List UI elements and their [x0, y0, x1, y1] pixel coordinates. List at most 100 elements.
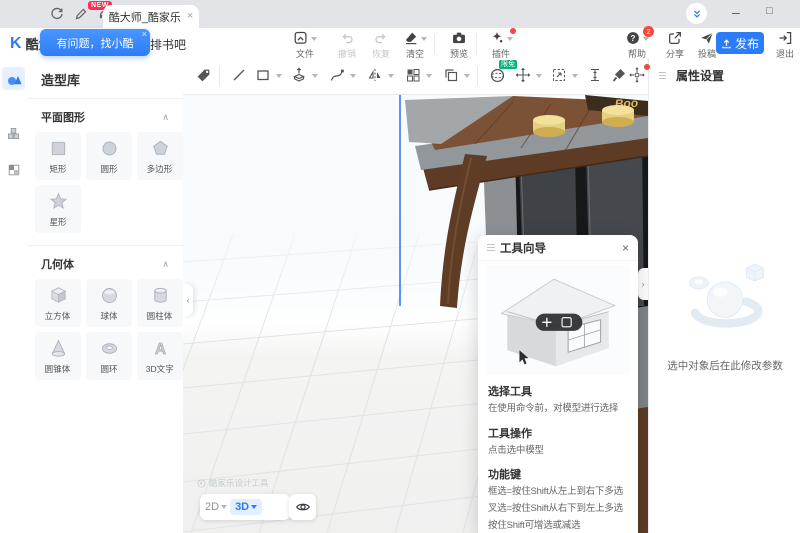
measure-tool[interactable] — [587, 67, 605, 85]
plugin-button[interactable]: 插件 — [482, 28, 520, 60]
properties-empty-state: 选中对象后在此修改参数 — [649, 253, 800, 373]
shape-item-torus[interactable]: 圆环 — [86, 332, 132, 380]
app-tab[interactable]: 酷大师_酷家乐 × — [103, 5, 199, 28]
tab-title: 酷大师_酷家乐 — [108, 11, 181, 24]
edit-icon[interactable] — [74, 7, 88, 21]
file-button[interactable]: 文件 — [286, 30, 324, 60]
dropdown-caret[interactable] — [426, 74, 432, 78]
format-painter-tool[interactable] — [611, 67, 629, 85]
preview-button[interactable]: 预览 — [440, 30, 478, 60]
move-tool[interactable] — [515, 67, 533, 85]
redo-button[interactable]: 恢复 — [362, 30, 400, 60]
wizard-close-icon[interactable]: × — [622, 242, 629, 254]
help-badge: 2 — [643, 26, 654, 37]
help-button[interactable]: ? 2 帮助 — [618, 26, 656, 60]
wizard-title: 工具向导 — [500, 242, 546, 255]
collapse-chevrons-button[interactable] — [686, 3, 707, 24]
path-tool[interactable] — [329, 67, 347, 85]
torus-icon — [101, 342, 117, 354]
logo-k-icon: K — [10, 34, 22, 52]
visibility-button[interactable] — [289, 494, 316, 520]
eye-icon — [295, 503, 310, 511]
toolbar-divider — [434, 34, 435, 54]
assistant-tooltip[interactable]: 有问题，找小酷 × — [40, 29, 150, 56]
browser-tab-bar: NEW 酷大师_酷家乐 × – □ — [0, 0, 800, 28]
dropdown-caret[interactable] — [388, 74, 394, 78]
dropdown-caret[interactable] — [276, 74, 282, 78]
rail-geometry[interactable] — [2, 122, 25, 145]
svg-text:A: A — [154, 340, 165, 357]
wizard-illustration — [486, 265, 630, 375]
minimize-button[interactable]: – — [732, 4, 740, 20]
watermark: 酷家乐设计工具 — [197, 477, 269, 489]
3d-viewport: 限免 Boo 酷家乐设计工具 ‹ › 2D 3D 工具向导 × 选择工具 在使用… — [183, 58, 650, 533]
shape-item-cylinder[interactable]: 圆柱体 — [137, 279, 183, 327]
shape-item-cube[interactable]: 立方体 — [35, 279, 81, 327]
collapse-chevron-icon[interactable]: ∧ — [162, 259, 169, 270]
publish-button[interactable]: 发布 — [716, 32, 764, 54]
dropdown-caret[interactable] — [536, 74, 542, 78]
drag-handle-icon[interactable] — [487, 244, 495, 251]
dropdown-caret[interactable] — [350, 74, 356, 78]
document-title[interactable]: 排书吧 — [150, 36, 186, 53]
refresh-icon[interactable] — [50, 7, 64, 21]
properties-panel: 属性设置 选中对象后在此修改参数 — [648, 58, 800, 533]
dropdown-caret[interactable] — [312, 74, 318, 78]
undo-button[interactable]: 撤销 — [328, 30, 366, 60]
mirror-tool[interactable] — [367, 67, 385, 85]
array-tool[interactable] — [405, 67, 423, 85]
rail-shapes-library[interactable] — [2, 67, 25, 90]
shape-item-rectangle[interactable]: 矩形 — [35, 132, 81, 180]
star-icon — [49, 192, 67, 209]
material-sphere-tool[interactable]: 限免 — [489, 60, 517, 85]
tab-close-icon[interactable]: × — [187, 11, 193, 22]
rail-materials[interactable] — [2, 158, 25, 181]
drag-handle-icon[interactable] — [659, 72, 666, 79]
wizard-section-heading: 功能键 — [488, 469, 521, 482]
expand-right-panel-handle[interactable]: › — [638, 268, 648, 300]
view-3d-button[interactable]: 3D — [230, 499, 263, 515]
dropdown-caret[interactable] — [572, 74, 578, 78]
cubes-icon — [7, 127, 20, 140]
eraser-icon — [405, 32, 417, 45]
rectangle-tool[interactable] — [255, 67, 273, 85]
line-tool[interactable] — [231, 67, 249, 85]
dropdown-caret[interactable] — [464, 74, 470, 78]
rectangle-icon — [51, 141, 65, 155]
shape-item-3d-text[interactable]: A 3D文字 — [137, 332, 183, 380]
scale-tool[interactable] — [551, 67, 569, 85]
section-flat-shapes[interactable]: 平面图形 ∧ — [27, 99, 183, 132]
collapse-chevron-icon[interactable]: ∧ — [162, 112, 169, 123]
redo-icon — [375, 33, 386, 44]
shape-item-star[interactable]: 星形 — [35, 185, 81, 233]
shape-item-cone[interactable]: 圆锥体 — [35, 332, 81, 380]
material-tag-tool[interactable] — [195, 67, 213, 85]
section-solids[interactable]: 几何体 ∧ — [27, 246, 183, 279]
gizmo-move-tool[interactable] — [629, 64, 650, 85]
pentagon-icon — [152, 140, 168, 155]
view-2d-button[interactable]: 2D — [205, 501, 228, 513]
tooltip-close-icon[interactable]: × — [142, 29, 147, 40]
view-mode-toggle: 2D 3D — [200, 494, 290, 520]
toolbar-divider — [477, 66, 478, 86]
viewport-canvas[interactable]: Boo 酷家乐设计工具 ‹ › 2D 3D 工具向导 × 选择工具 在使用命令前… — [183, 94, 648, 533]
shape-item-polygon[interactable]: 多边形 — [137, 132, 183, 180]
collapse-left-panel-handle[interactable]: ‹ — [183, 284, 193, 316]
app-toolbar: K 酷大师 排书吧 有问题，找小酷 × 文件 撤销 恢复 清空 预览 — [0, 26, 800, 60]
empty-state-illustration — [689, 263, 764, 328]
upload-icon — [722, 38, 731, 48]
exit-button[interactable]: 退出 — [766, 30, 800, 60]
maximize-button[interactable]: □ — [766, 5, 773, 17]
notification-dot — [644, 64, 650, 70]
wizard-header[interactable]: 工具向导 × — [478, 235, 638, 261]
clear-button[interactable]: 清空 — [396, 30, 434, 60]
toolbar-divider — [219, 66, 220, 86]
shape-item-sphere[interactable]: 球体 — [86, 279, 132, 327]
shape-item-circle[interactable]: 圆形 — [86, 132, 132, 180]
share-icon — [669, 32, 681, 44]
assistant-tooltip-text: 有问题，找小酷 — [56, 37, 134, 50]
copy-tool[interactable] — [443, 67, 461, 85]
camera-icon — [453, 32, 465, 44]
push-pull-tool[interactable] — [291, 67, 309, 85]
left-rail — [0, 58, 28, 533]
